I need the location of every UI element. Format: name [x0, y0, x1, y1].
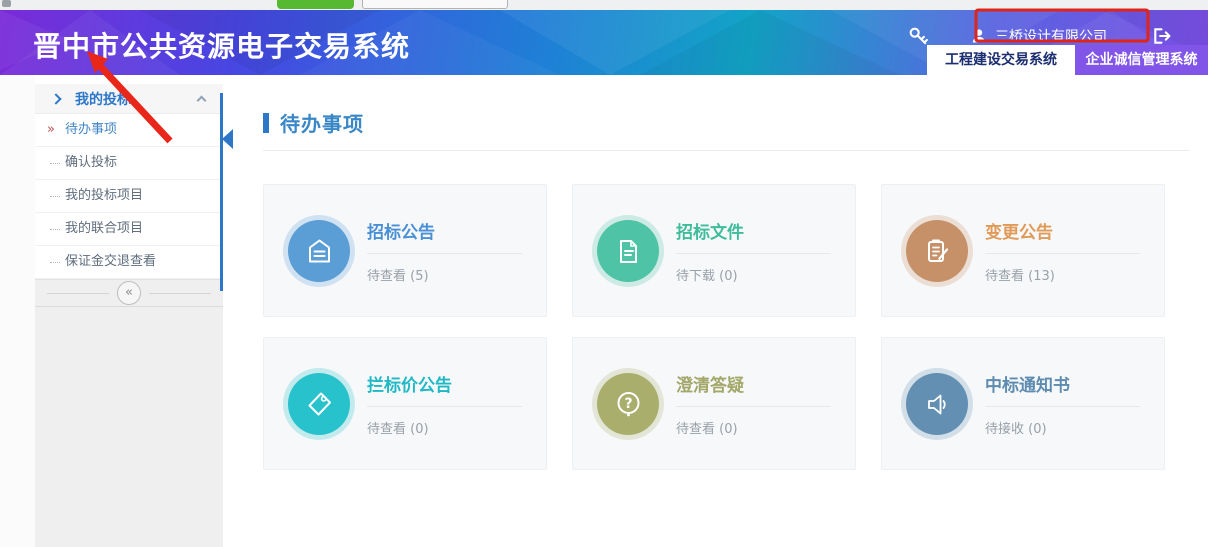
sidebar-group-label: 我的投标 [75, 89, 198, 109]
chevron-up-icon[interactable] [197, 95, 207, 105]
svg-text:?: ? [624, 396, 632, 412]
clipped-green-button[interactable] [277, 0, 354, 9]
card-status: 待下载 (0) [676, 265, 831, 284]
clipped-ui-fragment [2, 0, 11, 7]
card-bid-documents[interactable]: 招标文件 待下载 (0) [572, 184, 856, 317]
sidebar-item-label: 确认投标 [65, 155, 117, 170]
active-item-flag [222, 129, 233, 149]
card-status: 待查看 (0) [676, 418, 831, 437]
card-award-notice[interactable]: 中标通知书 待接收 (0) [881, 337, 1165, 470]
sidebar-items: » 待办事项 确认投标 我的投标项目 我的联合项目 保证金交退查看 [35, 114, 223, 279]
card-bid-announcement[interactable]: 招标公告 待查看 (5) [263, 184, 547, 317]
card-divider [676, 253, 831, 254]
sidebar-item-todo[interactable]: » 待办事项 [35, 114, 223, 147]
card-status: 待查看 (13) [985, 265, 1140, 284]
sidebar-collapse-row: « [35, 279, 223, 307]
sidebar-item-label: 保证金交退查看 [65, 254, 156, 269]
clipboard-edit-icon [906, 220, 968, 282]
user-icon [971, 28, 987, 44]
title-divider [263, 150, 1190, 151]
left-gutter [0, 75, 35, 547]
browser-notice-strip [0, 0, 1208, 10]
key-icon[interactable] [908, 26, 929, 47]
notice-board-icon [288, 220, 350, 282]
document-icon [597, 220, 659, 282]
todo-cards: 招标公告 待查看 (5) 招标文件 待下载 (0) [263, 184, 1165, 470]
main-content: 待办事项 招标公告 待查看 (5) [223, 75, 1208, 547]
page-title: 待办事项 [280, 108, 364, 137]
logout-icon[interactable] [1151, 26, 1172, 46]
system-tabs: 工程建设交易系统 企业诚信管理系统 [927, 45, 1208, 75]
user-company-name: 三桥设计有限公司 [995, 26, 1107, 46]
card-divider [985, 253, 1140, 254]
card-status: 待接收 (0) [985, 418, 1140, 437]
page-title-row: 待办事项 [263, 108, 1190, 151]
card-divider [676, 406, 831, 407]
card-price-cap-announcement[interactable]: 拦标价公告 待查看 (0) [263, 337, 547, 470]
tab-enterprise-credit[interactable]: 企业诚信管理系统 [1075, 45, 1208, 75]
card-title: 招标文件 [676, 223, 831, 243]
card-status: 待查看 (5) [367, 265, 522, 284]
sidebar-fill [35, 307, 223, 547]
system-title: 晋中市公共资源电子交易系统 [33, 25, 410, 65]
card-title: 中标通知书 [985, 376, 1140, 396]
card-divider [367, 253, 522, 254]
tab-engineering-trade[interactable]: 工程建设交易系统 [927, 45, 1075, 75]
card-title: 澄清答疑 [676, 376, 831, 396]
sidebar-item-label: 我的投标项目 [65, 188, 143, 203]
speaker-icon [906, 373, 968, 435]
app-header: 晋中市公共资源电子交易系统 三桥设计有限公司 工程建设交易系统 企业诚信管理系统 [0, 10, 1208, 75]
clipped-gray-button[interactable] [362, 0, 508, 9]
sidebar-menu: 我的投标 » 待办事项 确认投标 我的投标项目 我的联合项目 保证金交退查看 « [35, 84, 223, 307]
user-account-button[interactable]: 三桥设计有限公司 [957, 26, 1121, 46]
card-status: 待查看 (0) [367, 418, 522, 437]
card-title: 拦标价公告 [367, 376, 522, 396]
chevron-right-icon [50, 93, 61, 104]
sidebar-item-deposit-check[interactable]: 保证金交退查看 [35, 246, 223, 279]
sidebar-item-label: 我的联合项目 [65, 221, 143, 236]
sidebar: 我的投标 » 待办事项 确认投标 我的投标项目 我的联合项目 保证金交退查看 « [35, 75, 223, 547]
sidebar-item-label: 待办事项 [65, 122, 117, 137]
price-tag-icon [288, 373, 350, 435]
card-change-announcement[interactable]: 变更公告 待查看 (13) [881, 184, 1165, 317]
title-accent-bar [263, 113, 269, 133]
sidebar-item-confirm-bid[interactable]: 确认投标 [35, 147, 223, 180]
question-icon: ? [597, 373, 659, 435]
card-divider [367, 406, 522, 407]
sidebar-item-my-bid-projects[interactable]: 我的投标项目 [35, 180, 223, 213]
sidebar-accent-line [220, 93, 223, 291]
sidebar-collapse-button[interactable]: « [117, 281, 141, 305]
active-item-marker: » [47, 114, 55, 146]
card-clarification[interactable]: ? 澄清答疑 待查看 (0) [572, 337, 856, 470]
sidebar-item-my-joint-projects[interactable]: 我的联合项目 [35, 213, 223, 246]
card-title: 招标公告 [367, 223, 522, 243]
sidebar-group-my-bids[interactable]: 我的投标 [35, 84, 223, 114]
card-title: 变更公告 [985, 223, 1140, 243]
card-divider [985, 406, 1140, 407]
